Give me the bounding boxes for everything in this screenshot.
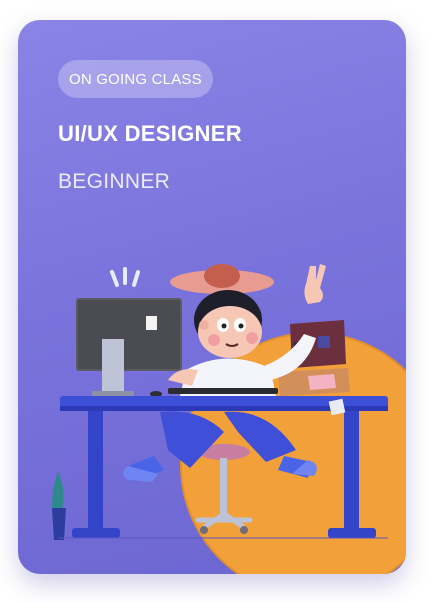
designer-illustration: [52, 264, 406, 574]
attention-lines: [110, 267, 140, 287]
class-card[interactable]: ON GOING CLASS UI/UX DESIGNER BEGINNER: [18, 20, 406, 574]
monitor: [76, 298, 182, 397]
peace-hand-icon: [304, 264, 326, 304]
sticky-note: [328, 398, 346, 416]
